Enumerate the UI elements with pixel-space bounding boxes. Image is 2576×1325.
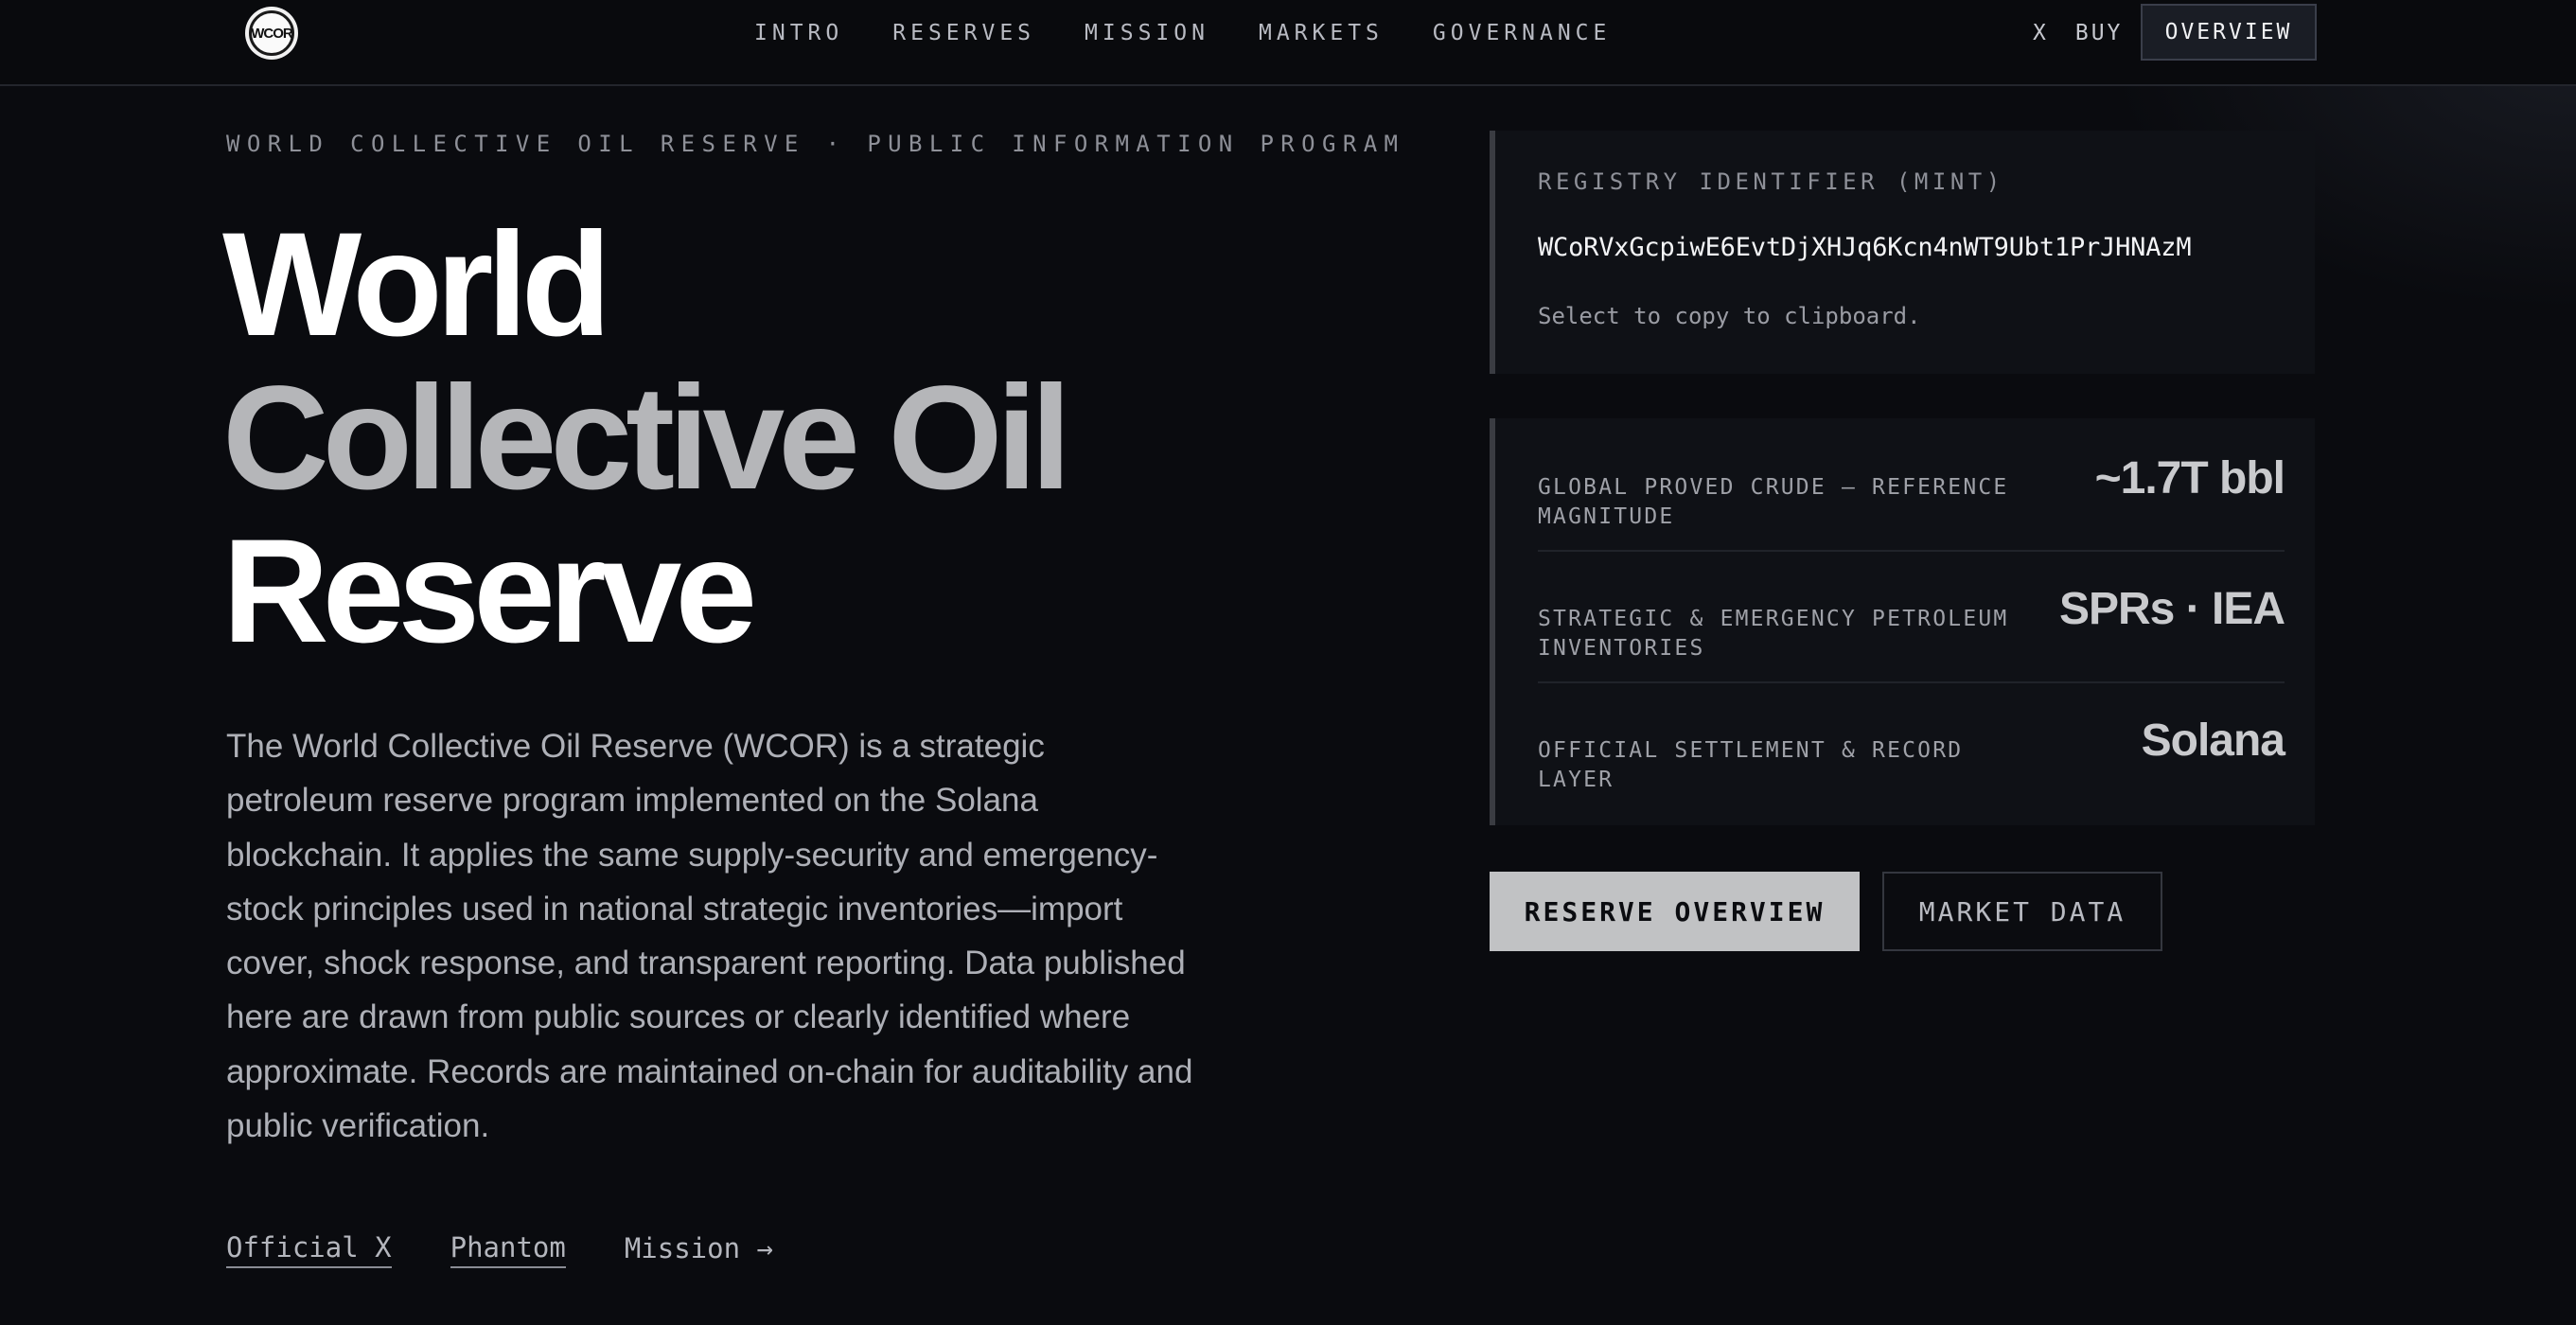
reserve-overview-button[interactable]: RESERVE OVERVIEW <box>1490 872 1860 951</box>
title-line-1: World <box>222 203 611 367</box>
nav-x-link[interactable]: X <box>2033 18 2049 48</box>
hero-eyebrow: WORLD COLLECTIVE OIL RESERVE · PUBLIC IN… <box>226 131 1405 157</box>
stat-label: GLOBAL PROVED CRUDE — REFERENCE MAGNITUD… <box>1538 475 2009 529</box>
official-x-link[interactable]: Official X <box>226 1228 392 1268</box>
top-nav: WCOR INTRO RESERVES MISSION MARKETS GOVE… <box>0 0 2576 86</box>
market-data-button[interactable]: MARKET DATA <box>1882 872 2162 951</box>
stat-value: ~1.7T bbl <box>2094 453 2285 504</box>
logo-emblem: WCOR <box>249 10 294 56</box>
hero-description: The World Collective Oil Reserve (WCOR) … <box>226 728 1193 1145</box>
nav-link-markets[interactable]: MARKETS <box>1259 18 1384 48</box>
nav-buy-link[interactable]: BUY <box>2075 18 2124 48</box>
title-line-2: Collective Oil <box>222 356 1071 521</box>
title-line-3: Reserve <box>222 509 757 674</box>
nav-link-governance[interactable]: GOVERNANCE <box>1433 18 1611 48</box>
mission-link[interactable]: Mission → <box>625 1229 773 1267</box>
reserve-stats-card: GLOBAL PROVED CRUDE — REFERENCE MAGNITUD… <box>1490 418 2315 825</box>
stat-row: GLOBAL PROVED CRUDE — REFERENCE MAGNITUD… <box>1538 418 2285 550</box>
logo-text: WCOR <box>251 25 292 42</box>
primary-nav: INTRO RESERVES MISSION MARKETS GOVERNANC… <box>754 18 1611 48</box>
stat-value: SPRs · IEA <box>2058 584 2285 634</box>
stat-label: STRATEGIC & EMERGENCY PETROLEUM INVENTOR… <box>1538 607 2009 661</box>
nav-link-reserves[interactable]: RESERVES <box>892 18 1035 48</box>
registry-label: REGISTRY IDENTIFIER (MINT) <box>1538 168 2004 195</box>
nav-overview-button[interactable]: OVERVIEW <box>2141 4 2317 61</box>
stat-row: OFFICIAL SETTLEMENT & RECORD LAYER Solan… <box>1538 681 2285 813</box>
nav-link-mission[interactable]: MISSION <box>1085 18 1209 48</box>
page-title: World Collective Oil Reserve <box>222 203 1071 674</box>
stat-label: OFFICIAL SETTLEMENT & RECORD LAYER <box>1538 738 1964 792</box>
stat-value: Solana <box>2141 716 2285 766</box>
wcor-logo[interactable]: WCOR <box>245 7 298 60</box>
hero-links: Official X Phantom Mission → <box>226 1228 773 1268</box>
stat-row: STRATEGIC & EMERGENCY PETROLEUM INVENTOR… <box>1538 550 2285 681</box>
registry-mint-address[interactable]: WCoRVxGcpiwE6EvtDjXHJq6Kcn4nWT9Ubt1PrJHN… <box>1538 233 2192 262</box>
nav-link-intro[interactable]: INTRO <box>754 18 843 48</box>
nav-actions: X BUY <box>2033 18 2123 48</box>
registry-copy-hint: Select to copy to clipboard. <box>1538 303 1921 329</box>
registry-card[interactable]: REGISTRY IDENTIFIER (MINT) WCoRVxGcpiwE6… <box>1490 131 2315 374</box>
phantom-link[interactable]: Phantom <box>450 1228 566 1268</box>
